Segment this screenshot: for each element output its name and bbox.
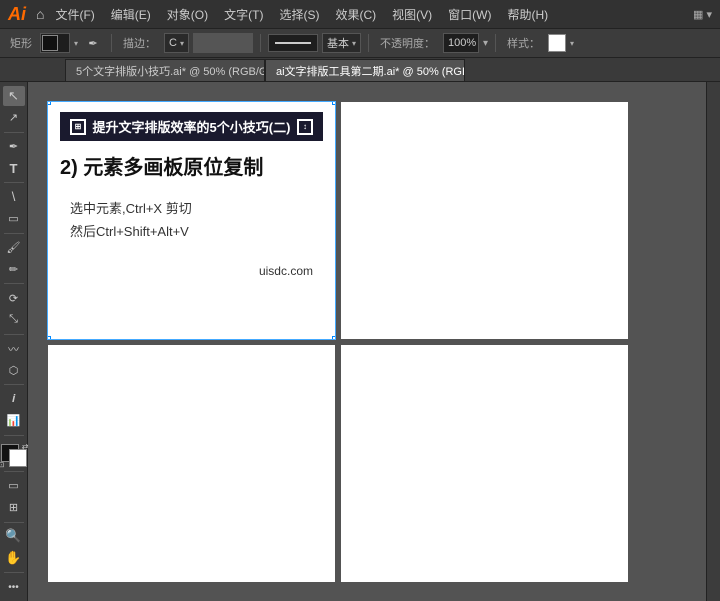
main-layout: ↖ ↗ ✒ T \ ▭ 🖌 ✏ ⟳ ⤡ 〰 ⬡ 𝒊 📊 ⇄ ⊡ ▭ ⊞ 🔍 ✋ <box>0 82 720 601</box>
instruction-line2: 然后Ctrl+Shift+Alt+V <box>70 220 323 243</box>
tool-sep-9 <box>4 522 24 523</box>
menu-object[interactable]: 对象(O) <box>162 4 213 25</box>
handle-tl <box>48 102 51 105</box>
left-toolbar: ↖ ↗ ✒ T \ ▭ 🖌 ✏ ⟳ ⤡ 〰 ⬡ 𝒊 📊 ⇄ ⊡ ▭ ⊞ 🔍 ✋ <box>0 82 28 601</box>
menu-select[interactable]: 选择(S) <box>274 4 324 25</box>
instruction-line1: 选中元素,Ctrl+X 剪切 <box>70 197 323 220</box>
menu-view[interactable]: 视图(V) <box>387 4 437 25</box>
right-panel <box>706 82 720 601</box>
line-tool[interactable]: \ <box>3 187 25 207</box>
artboard-3 <box>48 345 335 582</box>
canvas-area[interactable]: ⊞ 提升文字排版效率的5个小技巧(二) ↕ 2) 元素多画板原位复制 选中元素,… <box>28 82 706 601</box>
menu-help[interactable]: 帮助(H) <box>502 4 553 25</box>
rotate-tool[interactable]: ⟳ <box>3 288 25 308</box>
menu-window[interactable]: 窗口(W) <box>443 4 496 25</box>
opacity-label: 不透明度： <box>376 35 439 51</box>
fill-color-box[interactable] <box>40 33 70 53</box>
stroke-label: 描边： <box>119 35 160 51</box>
paintbrush-tool[interactable]: 🖌 <box>3 238 25 258</box>
home-icon[interactable]: ⌂ <box>36 6 44 22</box>
sep3 <box>368 34 369 52</box>
background-color[interactable] <box>9 449 27 467</box>
menu-effect[interactable]: 效果(C) <box>330 4 381 25</box>
style-arrow[interactable]: ▾ <box>570 39 574 48</box>
type-tool[interactable]: T <box>3 158 25 178</box>
tool-sep-4 <box>4 283 24 284</box>
banner-icon-right: ↕ <box>297 119 313 135</box>
freeform-tool[interactable]: ⬡ <box>3 360 25 380</box>
tool-sep-8 <box>4 471 24 472</box>
tool-sep-2 <box>4 182 24 183</box>
tool-sep-1 <box>4 132 24 133</box>
warp-tool[interactable]: 〰 <box>3 339 25 359</box>
scale-tool[interactable]: ⤡ <box>3 310 25 330</box>
tab-1[interactable]: 5个文字排版小技巧.ai* @ 50% (RGB/GPU 预览) ✕ <box>65 59 265 81</box>
menu-edit[interactable]: 编辑(E) <box>106 4 156 25</box>
website-label: uisdc.com <box>60 264 323 278</box>
reset-colors-icon[interactable]: ⊡ <box>0 461 4 469</box>
sep1 <box>111 34 112 52</box>
tool-sep-5 <box>4 334 24 335</box>
artboard-grid: ⊞ 提升文字排版效率的5个小技巧(二) ↕ 2) 元素多画板原位复制 选中元素,… <box>48 102 628 582</box>
tool-sep-7 <box>4 435 24 436</box>
color-group: ⇄ ⊡ <box>1 444 27 467</box>
opacity-arrow[interactable]: ▾ <box>483 38 488 49</box>
sep2 <box>260 34 261 52</box>
title-bar: Ai ⌂ 文件(F) 编辑(E) 对象(O) 文字(T) 选择(S) 效果(C)… <box>0 0 720 28</box>
tool-sep-6 <box>4 384 24 385</box>
pen-tool-btn[interactable]: ✒ <box>82 32 104 54</box>
menu-text[interactable]: 文字(T) <box>219 4 268 25</box>
pencil-tool[interactable]: ✏ <box>3 259 25 279</box>
artboard-2 <box>341 102 628 339</box>
style-swatch[interactable] <box>548 34 566 52</box>
shape-label: 矩形 <box>6 35 36 51</box>
tabs-bar: 5个文字排版小技巧.ai* @ 50% (RGB/GPU 预览) ✕ ai文字排… <box>0 58 720 82</box>
zoom-tool[interactable]: 🔍 <box>3 527 25 547</box>
handle-br <box>332 336 335 339</box>
rect-tool[interactable]: ▭ <box>3 209 25 229</box>
banner-icon-left: ⊞ <box>70 119 86 135</box>
change-screen-mode[interactable]: ▭ <box>3 476 25 496</box>
hand-tool[interactable]: ✋ <box>3 548 25 568</box>
select-tool[interactable]: ↖ <box>3 86 25 106</box>
tool-sep-10 <box>4 572 24 573</box>
title-banner: ⊞ 提升文字排版效率的5个小技巧(二) ↕ <box>60 112 323 141</box>
measure-tool[interactable]: 📊 <box>3 411 25 431</box>
app-logo: Ai <box>8 4 26 25</box>
pen-tool[interactable]: ✒ <box>3 137 25 157</box>
stroke-value-box[interactable] <box>193 33 253 53</box>
basic-dropdown[interactable]: 基本 ▾ <box>322 33 361 53</box>
more-tools[interactable]: ••• <box>3 577 25 597</box>
artboard-4 <box>341 345 628 582</box>
sep4 <box>495 34 496 52</box>
direct-select-tool[interactable]: ↗ <box>3 108 25 128</box>
artboard-1-content: ⊞ 提升文字排版效率的5个小技巧(二) ↕ 2) 元素多画板原位复制 选中元素,… <box>48 102 335 339</box>
handle-tr <box>332 102 335 105</box>
toolbar: 矩形 ▾ ✒ 描边： C ▾ 基本 ▾ 不透明度： 100% ▾ 样式： ▾ <box>0 28 720 58</box>
stroke-dropdown[interactable]: C ▾ <box>164 33 189 53</box>
tab-2[interactable]: ai文字排版工具第二期.ai* @ 50% (RGB/GPU 规范) ✕ <box>265 59 465 81</box>
eyedropper-tool[interactable]: 𝒊 <box>3 389 25 409</box>
main-heading: 2) 元素多画板原位复制 <box>60 155 323 181</box>
artboard-tool[interactable]: ⊞ <box>3 498 25 518</box>
opacity-value[interactable]: 100% <box>443 33 479 53</box>
handle-bl <box>48 336 51 339</box>
artboard-1: ⊞ 提升文字排版效率的5个小技巧(二) ↕ 2) 元素多画板原位复制 选中元素,… <box>48 102 335 339</box>
tool-sep-3 <box>4 233 24 234</box>
stroke-preview <box>268 34 318 52</box>
menu-file[interactable]: 文件(F) <box>50 4 99 25</box>
tab-2-label: ai文字排版工具第二期.ai* @ 50% (RGB/GPU 规范) <box>276 63 465 79</box>
workspace-switcher[interactable]: ▦ ▾ <box>693 8 712 21</box>
style-label: 样式： <box>503 35 544 51</box>
fill-dropdown-arrow[interactable]: ▾ <box>74 39 78 48</box>
tab-1-label: 5个文字排版小技巧.ai* @ 50% (RGB/GPU 预览) <box>76 63 265 79</box>
title-banner-text: 提升文字排版效率的5个小技巧(二) <box>93 117 291 136</box>
